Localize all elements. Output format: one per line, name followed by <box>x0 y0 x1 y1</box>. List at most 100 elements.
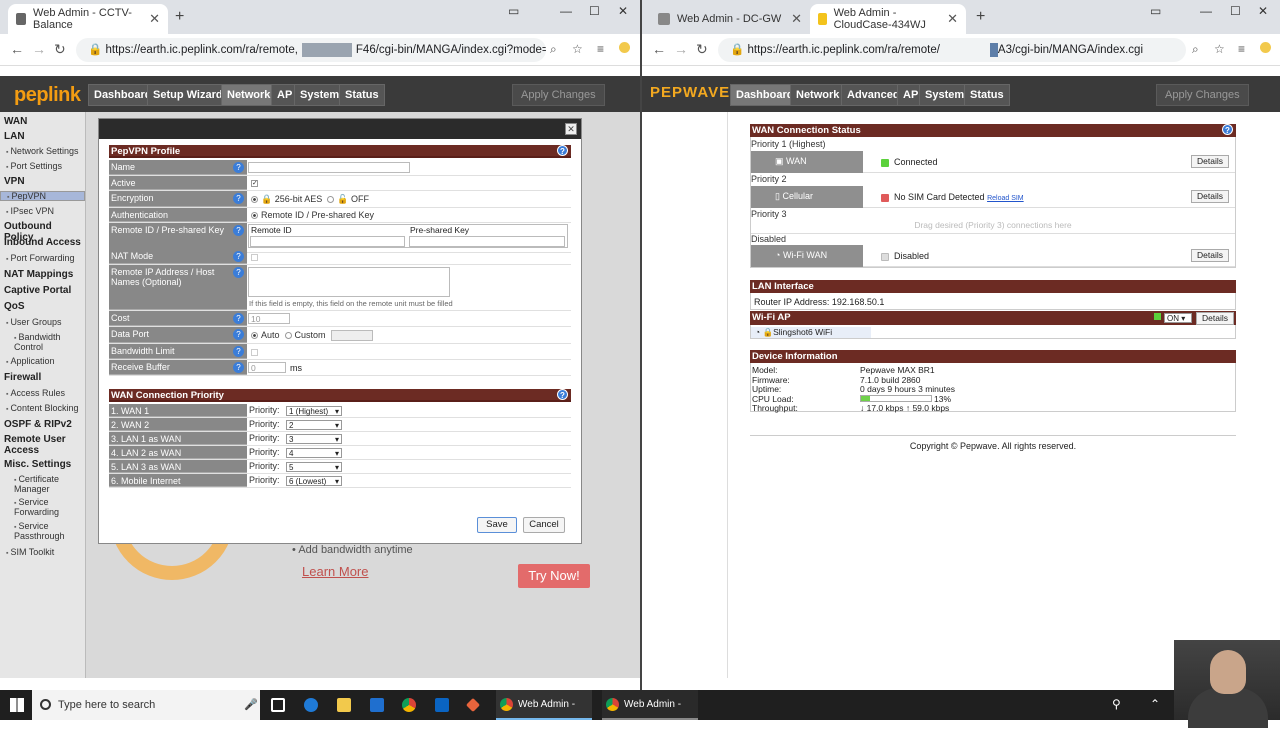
taskbar-search[interactable]: Type here to search <box>32 690 260 720</box>
remote-ip-textarea[interactable] <box>248 267 450 297</box>
sidebar-item-port-settings[interactable]: Port Settings <box>6 161 62 171</box>
auth-radio[interactable] <box>251 212 258 220</box>
maximize-icon[interactable]: ☐ <box>589 4 600 18</box>
windows-start-icon[interactable] <box>10 698 24 712</box>
sidebar-item-misc-settings[interactable]: Misc. Settings <box>4 459 71 470</box>
nav-setup-wizard[interactable]: Setup Wizard <box>147 84 229 106</box>
wifi-ap-details-button[interactable]: Details <box>1196 312 1234 325</box>
custom-port-input[interactable] <box>331 330 373 341</box>
nat-mode-checkbox[interactable] <box>251 254 258 262</box>
sidebar-item-firewall[interactable]: Firewall <box>4 372 41 383</box>
tray-icon[interactable]: ⌃ <box>1150 697 1160 711</box>
ssid-row[interactable]: ◔ 🔒Slingshot6 WiFi <box>751 327 871 338</box>
name-input[interactable] <box>248 162 410 173</box>
nav-advanced[interactable]: Advanced <box>841 84 906 106</box>
help-icon[interactable]: ? <box>233 162 244 173</box>
back-icon[interactable]: ← <box>10 41 24 57</box>
url-field[interactable]: 🔒 https://earth.ic.peplink.com/ra/remote… <box>76 38 546 62</box>
app-icon[interactable] <box>465 697 481 713</box>
sidebar-item-vpn[interactable]: VPN <box>4 176 25 187</box>
sidebar-item-lan[interactable]: LAN <box>4 131 25 142</box>
help-icon[interactable]: ? <box>233 251 244 262</box>
sidebar-item-network-settings[interactable]: Network Settings <box>6 146 78 156</box>
encryption-aes-radio[interactable] <box>251 196 258 204</box>
cellular-name-cell[interactable]: ▯ Cellular <box>751 186 863 208</box>
maximize-icon[interactable]: ☐ <box>1230 4 1241 18</box>
close-tab-icon[interactable]: ✕ <box>791 11 802 27</box>
sidebar-item-wan[interactable]: WAN <box>4 116 27 127</box>
close-window-icon[interactable]: ✕ <box>618 4 628 18</box>
sidebar-item-qos[interactable]: QoS <box>4 301 25 312</box>
sidebar-item-nat-mappings[interactable]: NAT Mappings <box>4 269 73 280</box>
reload-icon[interactable]: ↻ <box>696 41 708 58</box>
sidebar-item-user-groups[interactable]: User Groups <box>6 317 61 327</box>
priority-select[interactable]: 2 ▾ <box>286 420 342 430</box>
back-icon[interactable]: ← <box>652 41 666 57</box>
apply-changes-button[interactable]: Apply Changes <box>1156 84 1249 106</box>
data-port-auto-radio[interactable] <box>251 332 258 340</box>
help-icon[interactable]: ? <box>1222 124 1233 135</box>
priority-select[interactable]: 5 ▾ <box>286 462 342 472</box>
help-icon[interactable]: ? <box>233 267 244 278</box>
close-tab-icon[interactable]: ✕ <box>149 11 160 27</box>
star-icon[interactable]: ☆ <box>572 42 583 56</box>
sidebar-item-captive-portal[interactable]: Captive Portal <box>4 285 71 296</box>
chrome-icon[interactable] <box>402 698 416 712</box>
tab-dc-gw[interactable]: Web Admin - DC-GW ✕ <box>650 4 810 34</box>
tab-cloudcase[interactable]: Web Admin - CloudCase-434WJ ✕ <box>810 4 966 34</box>
tab-cctv-balance[interactable]: Web Admin - CCTV-Balance ✕ <box>8 4 168 34</box>
nav-system[interactable]: System <box>919 84 971 106</box>
wifi-ap-toggle[interactable]: ON ▾ <box>1164 313 1192 323</box>
nav-system[interactable]: System <box>294 84 346 106</box>
help-icon[interactable]: ? <box>233 329 244 340</box>
help-icon[interactable]: ? <box>233 225 244 236</box>
profile-icon[interactable]: ▭ <box>508 4 519 18</box>
sidebar-item-remote-user-access[interactable]: Remote User Access <box>4 434 74 456</box>
nav-status[interactable]: Status <box>339 84 385 106</box>
sidebar-item-certificate-manager[interactable]: Certificate Manager <box>6 474 76 494</box>
priority-select[interactable]: 6 (Lowest) ▾ <box>286 476 342 486</box>
search-icon[interactable]: ⌕ <box>550 42 557 57</box>
sidebar-item-bandwidth-control[interactable]: Bandwidth Control <box>6 332 76 352</box>
details-button[interactable]: Details <box>1191 249 1229 262</box>
file-explorer-icon[interactable] <box>337 698 351 712</box>
forward-icon[interactable]: → <box>32 41 46 57</box>
active-checkbox[interactable]: ✓ <box>251 180 258 188</box>
apply-changes-button[interactable]: Apply Changes <box>512 84 605 106</box>
wan-name-cell[interactable]: ▣ WAN <box>751 151 863 173</box>
star-icon[interactable]: ☆ <box>1214 42 1225 56</box>
data-port-custom-radio[interactable] <box>284 332 292 340</box>
url-field[interactable]: 🔒 https://earth.ic.peplink.com/ra/remote… <box>718 38 1186 62</box>
sidebar-item-content-blocking[interactable]: Content Blocking <box>6 403 78 413</box>
close-tab-icon[interactable]: ✕ <box>947 11 958 27</box>
sidebar-item-ospf-ripv2[interactable]: OSPF & RIPv2 <box>4 419 72 430</box>
bandwidth-limit-checkbox[interactable] <box>251 349 258 357</box>
profile-icon[interactable]: ▭ <box>1150 4 1161 18</box>
encryption-off-radio[interactable] <box>327 196 335 204</box>
dialog-close-icon[interactable]: ✕ <box>565 123 577 135</box>
cancel-button[interactable]: Cancel <box>523 517 565 533</box>
new-tab-icon[interactable]: + <box>175 8 184 26</box>
priority-select[interactable]: 1 (Highest) ▾ <box>286 406 342 416</box>
store-icon[interactable] <box>370 698 384 712</box>
sidebar-item-service-forwarding[interactable]: Service Forwarding <box>6 497 76 517</box>
try-now-button[interactable]: Try Now! <box>518 564 590 588</box>
save-button[interactable]: Save <box>477 517 517 533</box>
wifi-wan-name-cell[interactable]: ◔ Wi-Fi WAN <box>751 245 863 267</box>
reload-sim-link[interactable]: Reload SIM <box>987 195 1024 202</box>
close-window-icon[interactable]: ✕ <box>1258 4 1268 18</box>
reload-icon[interactable]: ↻ <box>54 41 66 58</box>
outlook-icon[interactable] <box>435 698 449 712</box>
sidebar-item-pepvpn[interactable]: PepVPN <box>0 191 85 201</box>
sidebar-item-ipsec-vpn[interactable]: IPsec VPN <box>6 206 54 216</box>
nav-network[interactable]: Network <box>221 84 277 106</box>
learn-more-link[interactable]: Learn More <box>302 564 368 579</box>
priority-select[interactable]: 4 ▾ <box>286 448 342 458</box>
psk-input[interactable] <box>409 236 565 247</box>
microphone-icon[interactable]: 🎤 <box>244 698 258 711</box>
remote-id-input[interactable] <box>250 236 405 247</box>
priority-select[interactable]: 3 ▾ <box>286 434 342 444</box>
sidebar-item-sim-toolkit[interactable]: SIM Toolkit <box>6 547 54 557</box>
profile-avatar[interactable] <box>619 42 630 53</box>
sidebar-item-application[interactable]: Application <box>6 356 54 366</box>
